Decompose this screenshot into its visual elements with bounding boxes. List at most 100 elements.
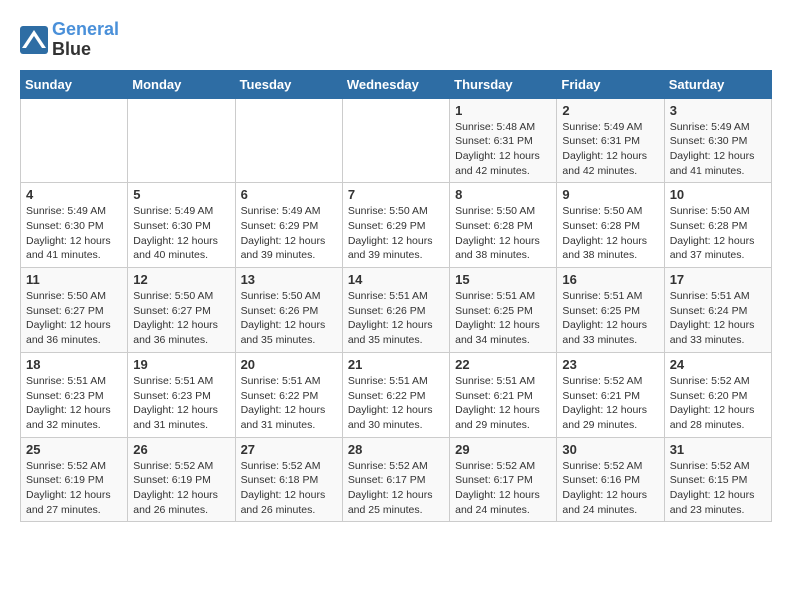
day-info: Sunrise: 5:50 AM Sunset: 6:26 PM Dayligh… <box>241 289 337 348</box>
calendar-cell: 9 Sunrise: 5:50 AM Sunset: 6:28 PM Daylig… <box>557 183 664 268</box>
day-number: 15 <box>455 272 551 287</box>
calendar-table: SundayMondayTuesdayWednesdayThursdayFrid… <box>20 70 772 523</box>
day-info: Sunrise: 5:51 AM Sunset: 6:22 PM Dayligh… <box>241 374 337 433</box>
calendar-cell: 8 Sunrise: 5:50 AM Sunset: 6:28 PM Daylig… <box>450 183 557 268</box>
calendar-cell: 24 Sunrise: 5:52 AM Sunset: 6:20 PM Dayli… <box>664 352 771 437</box>
day-info: Sunrise: 5:50 AM Sunset: 6:27 PM Dayligh… <box>133 289 229 348</box>
day-info: Sunrise: 5:49 AM Sunset: 6:30 PM Dayligh… <box>26 204 122 263</box>
days-header-row: SundayMondayTuesdayWednesdayThursdayFrid… <box>21 70 772 98</box>
day-number: 26 <box>133 442 229 457</box>
calendar-cell: 10Sunrise: 5:50 AM Sunset: 6:28 PM Dayli… <box>664 183 771 268</box>
day-number: 18 <box>26 357 122 372</box>
calendar-cell: 23 Sunrise: 5:52 AM Sunset: 6:21 PM Dayli… <box>557 352 664 437</box>
calendar-cell: 5 Sunrise: 5:49 AM Sunset: 6:30 PM Daylig… <box>128 183 235 268</box>
day-number: 23 <box>562 357 658 372</box>
day-info: Sunrise: 5:51 AM Sunset: 6:26 PM Dayligh… <box>348 289 444 348</box>
calendar-cell: 3 Sunrise: 5:49 AM Sunset: 6:30 PM Daylig… <box>664 98 771 183</box>
calendar-cell: 2 Sunrise: 5:49 AM Sunset: 6:31 PM Daylig… <box>557 98 664 183</box>
day-info: Sunrise: 5:49 AM Sunset: 6:30 PM Dayligh… <box>133 204 229 263</box>
calendar-cell: 4 Sunrise: 5:49 AM Sunset: 6:30 PM Daylig… <box>21 183 128 268</box>
day-info: Sunrise: 5:52 AM Sunset: 6:16 PM Dayligh… <box>562 459 658 518</box>
calendar-cell: 15 Sunrise: 5:51 AM Sunset: 6:25 PM Dayli… <box>450 268 557 353</box>
calendar-cell: 17 Sunrise: 5:51 AM Sunset: 6:24 PM Dayli… <box>664 268 771 353</box>
day-number: 20 <box>241 357 337 372</box>
day-info: Sunrise: 5:52 AM Sunset: 6:19 PM Dayligh… <box>133 459 229 518</box>
day-info: Sunrise: 5:51 AM Sunset: 6:25 PM Dayligh… <box>562 289 658 348</box>
day-info: Sunrise: 5:51 AM Sunset: 6:24 PM Dayligh… <box>670 289 766 348</box>
day-header-friday: Friday <box>557 70 664 98</box>
day-header-tuesday: Tuesday <box>235 70 342 98</box>
day-number: 8 <box>455 187 551 202</box>
day-number: 28 <box>348 442 444 457</box>
day-info: Sunrise: 5:52 AM Sunset: 6:17 PM Dayligh… <box>348 459 444 518</box>
day-number: 9 <box>562 187 658 202</box>
day-number: 30 <box>562 442 658 457</box>
calendar-cell: 1Sunrise: 5:48 AM Sunset: 6:31 PM Daylig… <box>450 98 557 183</box>
day-info: Sunrise: 5:50 AM Sunset: 6:28 PM Dayligh… <box>562 204 658 263</box>
day-number: 4 <box>26 187 122 202</box>
day-number: 7 <box>348 187 444 202</box>
calendar-week-2: 4 Sunrise: 5:49 AM Sunset: 6:30 PM Daylig… <box>21 183 772 268</box>
day-info: Sunrise: 5:49 AM Sunset: 6:31 PM Dayligh… <box>562 120 658 179</box>
day-number: 17 <box>670 272 766 287</box>
day-number: 31 <box>670 442 766 457</box>
calendar-cell: 11Sunrise: 5:50 AM Sunset: 6:27 PM Dayli… <box>21 268 128 353</box>
day-header-sunday: Sunday <box>21 70 128 98</box>
day-header-wednesday: Wednesday <box>342 70 449 98</box>
day-number: 3 <box>670 103 766 118</box>
day-info: Sunrise: 5:52 AM Sunset: 6:20 PM Dayligh… <box>670 374 766 433</box>
day-number: 27 <box>241 442 337 457</box>
logo: GeneralBlue <box>20 20 119 60</box>
day-info: Sunrise: 5:49 AM Sunset: 6:30 PM Dayligh… <box>670 120 766 179</box>
day-info: Sunrise: 5:51 AM Sunset: 6:25 PM Dayligh… <box>455 289 551 348</box>
day-info: Sunrise: 5:48 AM Sunset: 6:31 PM Dayligh… <box>455 120 551 179</box>
day-info: Sunrise: 5:52 AM Sunset: 6:21 PM Dayligh… <box>562 374 658 433</box>
calendar-cell: 12 Sunrise: 5:50 AM Sunset: 6:27 PM Dayli… <box>128 268 235 353</box>
calendar-week-3: 11Sunrise: 5:50 AM Sunset: 6:27 PM Dayli… <box>21 268 772 353</box>
calendar-week-4: 18 Sunrise: 5:51 AM Sunset: 6:23 PM Dayli… <box>21 352 772 437</box>
day-info: Sunrise: 5:52 AM Sunset: 6:17 PM Dayligh… <box>455 459 551 518</box>
day-info: Sunrise: 5:50 AM Sunset: 6:27 PM Dayligh… <box>26 289 122 348</box>
day-number: 24 <box>670 357 766 372</box>
day-info: Sunrise: 5:51 AM Sunset: 6:23 PM Dayligh… <box>133 374 229 433</box>
calendar-cell: 22 Sunrise: 5:51 AM Sunset: 6:21 PM Dayli… <box>450 352 557 437</box>
day-number: 5 <box>133 187 229 202</box>
calendar-cell: 25 Sunrise: 5:52 AM Sunset: 6:19 PM Dayli… <box>21 437 128 522</box>
calendar-cell: 21 Sunrise: 5:51 AM Sunset: 6:22 PM Dayli… <box>342 352 449 437</box>
day-number: 13 <box>241 272 337 287</box>
calendar-week-1: 1Sunrise: 5:48 AM Sunset: 6:31 PM Daylig… <box>21 98 772 183</box>
calendar-cell: 16 Sunrise: 5:51 AM Sunset: 6:25 PM Dayli… <box>557 268 664 353</box>
calendar-cell <box>21 98 128 183</box>
day-number: 16 <box>562 272 658 287</box>
day-info: Sunrise: 5:49 AM Sunset: 6:29 PM Dayligh… <box>241 204 337 263</box>
day-info: Sunrise: 5:52 AM Sunset: 6:19 PM Dayligh… <box>26 459 122 518</box>
day-header-monday: Monday <box>128 70 235 98</box>
calendar-cell: 29 Sunrise: 5:52 AM Sunset: 6:17 PM Dayli… <box>450 437 557 522</box>
day-number: 19 <box>133 357 229 372</box>
day-number: 29 <box>455 442 551 457</box>
calendar-cell <box>235 98 342 183</box>
calendar-cell: 31Sunrise: 5:52 AM Sunset: 6:15 PM Dayli… <box>664 437 771 522</box>
day-number: 12 <box>133 272 229 287</box>
day-number: 6 <box>241 187 337 202</box>
day-info: Sunrise: 5:51 AM Sunset: 6:21 PM Dayligh… <box>455 374 551 433</box>
calendar-cell <box>128 98 235 183</box>
day-header-thursday: Thursday <box>450 70 557 98</box>
day-info: Sunrise: 5:51 AM Sunset: 6:23 PM Dayligh… <box>26 374 122 433</box>
day-number: 14 <box>348 272 444 287</box>
day-number: 22 <box>455 357 551 372</box>
day-number: 2 <box>562 103 658 118</box>
logo-text: GeneralBlue <box>52 20 119 60</box>
calendar-cell: 14 Sunrise: 5:51 AM Sunset: 6:26 PM Dayli… <box>342 268 449 353</box>
day-info: Sunrise: 5:50 AM Sunset: 6:28 PM Dayligh… <box>670 204 766 263</box>
calendar-cell: 7Sunrise: 5:50 AM Sunset: 6:29 PM Daylig… <box>342 183 449 268</box>
day-number: 21 <box>348 357 444 372</box>
day-info: Sunrise: 5:51 AM Sunset: 6:22 PM Dayligh… <box>348 374 444 433</box>
calendar-cell: 6 Sunrise: 5:49 AM Sunset: 6:29 PM Daylig… <box>235 183 342 268</box>
day-header-saturday: Saturday <box>664 70 771 98</box>
logo-icon <box>20 26 48 54</box>
calendar-cell: 27Sunrise: 5:52 AM Sunset: 6:18 PM Dayli… <box>235 437 342 522</box>
day-number: 25 <box>26 442 122 457</box>
day-info: Sunrise: 5:50 AM Sunset: 6:28 PM Dayligh… <box>455 204 551 263</box>
calendar-cell: 13 Sunrise: 5:50 AM Sunset: 6:26 PM Dayli… <box>235 268 342 353</box>
